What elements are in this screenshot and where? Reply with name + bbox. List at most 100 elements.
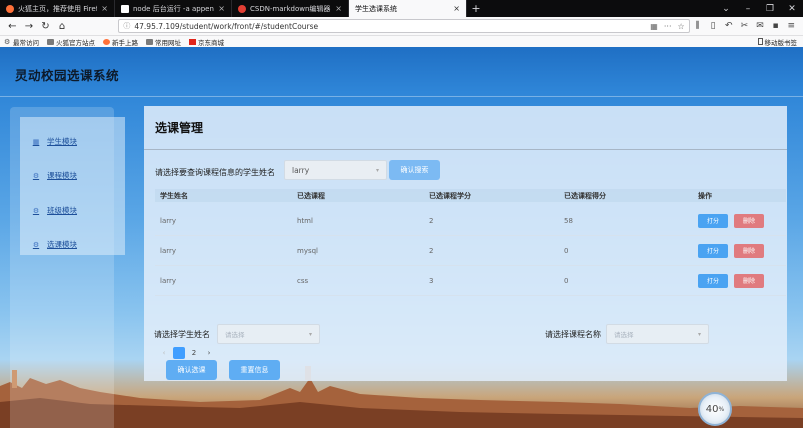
back-button[interactable]: ← bbox=[4, 19, 21, 34]
pagination: ‹ 1 2 › bbox=[158, 347, 218, 359]
bookmark-label: 新手上路 bbox=[112, 38, 138, 47]
column-header: 已选课程学分 bbox=[429, 191, 471, 200]
confirm-search-button[interactable]: 确认搜索 bbox=[389, 160, 440, 180]
widget-unit: % bbox=[718, 405, 725, 413]
sidebar-item-selection[interactable]: ⚙ 选课模块 bbox=[32, 239, 77, 250]
bookmark-jd[interactable]: 京东商城 bbox=[189, 37, 224, 47]
bookmark-star-icon[interactable]: ☆ bbox=[678, 22, 685, 31]
close-icon[interactable]: × bbox=[335, 4, 342, 13]
cell-score: 0 bbox=[564, 246, 569, 255]
table-header: 学生姓名 已选课程 已选课程学分 已选课程得分 操作 bbox=[155, 189, 786, 202]
undo-icon[interactable]: ↶ bbox=[721, 21, 737, 31]
score-button[interactable]: 打分 bbox=[698, 213, 728, 228]
close-icon[interactable]: × bbox=[453, 4, 460, 13]
student-search-select[interactable]: larry ▾ bbox=[284, 160, 387, 180]
course-name-placeholder: 请选择 bbox=[614, 331, 634, 339]
page-viewport: 灵动校园选课系统 ▦ 学生模块 ⚙ 课程模块 ⚙ 班级模块 ⚙ 选课模块 选课管… bbox=[0, 47, 803, 428]
sidebar-item-courses[interactable]: ⚙ 课程模块 bbox=[32, 170, 77, 181]
browser-tab-course-system[interactable]: 学生选课系统 × bbox=[349, 0, 467, 17]
bookmark-firefox-official[interactable]: 火狐官方站点 bbox=[47, 37, 95, 47]
table-row: larry mysql 2 0 打分 删除 bbox=[155, 236, 786, 266]
new-tab-button[interactable]: + bbox=[467, 0, 485, 17]
page-button-1[interactable]: 1 bbox=[173, 347, 185, 359]
course-name-label: 请选择课程名称 bbox=[545, 330, 601, 339]
score-button[interactable]: 打分 bbox=[698, 243, 728, 258]
info-icon[interactable]: ⓘ bbox=[123, 21, 130, 31]
chevron-down-icon: ▾ bbox=[375, 166, 379, 174]
column-header: 学生姓名 bbox=[160, 191, 188, 200]
widget-value: 40 bbox=[705, 403, 719, 415]
phone-icon bbox=[757, 38, 763, 45]
sidebar-item-label: 课程模块 bbox=[47, 171, 77, 180]
forward-button[interactable]: → bbox=[21, 19, 38, 34]
bookmark-label: 常用网址 bbox=[155, 38, 181, 47]
gear-icon: ⚙ bbox=[4, 37, 11, 46]
delete-button[interactable]: 删除 bbox=[734, 213, 764, 228]
student-search-value: larry bbox=[292, 165, 310, 175]
chevron-down-icon[interactable]: ⌄ bbox=[715, 0, 737, 17]
cell-course: mysql bbox=[297, 246, 318, 255]
delete-button[interactable]: 删除 bbox=[734, 243, 764, 258]
screenshot-icon[interactable]: ✂ bbox=[737, 21, 753, 31]
student-name-label: 请选择学生姓名 bbox=[154, 330, 210, 339]
cell-name: larry bbox=[160, 276, 177, 285]
csdn-icon bbox=[238, 4, 246, 13]
close-icon[interactable]: × bbox=[218, 4, 225, 13]
reload-button[interactable]: ↻ bbox=[37, 19, 54, 34]
delete-button[interactable]: 删除 bbox=[734, 273, 764, 288]
cell-credit: 2 bbox=[429, 216, 434, 225]
sidebar-item-students[interactable]: ▦ 学生模块 bbox=[32, 136, 77, 147]
bookmark-mobile[interactable]: 移动版书签 bbox=[757, 37, 797, 47]
reset-button[interactable]: 重置信息 bbox=[229, 360, 280, 380]
tab-label: 火狐主页，推荐使用 Firefox 火 bbox=[18, 4, 97, 13]
sidebar-icon[interactable]: ▯ bbox=[705, 21, 721, 31]
close-icon[interactable]: × bbox=[101, 4, 108, 13]
browser-tab-firefox-home[interactable]: 火狐主页，推荐使用 Firefox 火 × bbox=[0, 0, 115, 17]
table-row: larry html 2 58 打分 删除 bbox=[155, 206, 786, 236]
student-name-placeholder: 请选择 bbox=[225, 331, 245, 339]
minimize-button[interactable]: – bbox=[737, 0, 759, 17]
network-speed-widget[interactable]: 40% bbox=[698, 392, 732, 426]
home-button[interactable]: ⌂ bbox=[54, 19, 71, 34]
menu-icon[interactable]: ≡ bbox=[783, 21, 799, 31]
cell-name: larry bbox=[160, 246, 177, 255]
firefox-icon bbox=[103, 38, 110, 45]
bookmark-most-visited[interactable]: ⚙ 最常访问 bbox=[4, 37, 39, 47]
bookmark-label: 最常访问 bbox=[13, 38, 39, 47]
cell-name: larry bbox=[160, 216, 177, 225]
cell-course: css bbox=[297, 276, 309, 285]
extension-icon[interactable]: ▪ bbox=[768, 21, 784, 31]
page-button-2[interactable]: 2 bbox=[188, 347, 200, 359]
restore-button[interactable]: ❐ bbox=[759, 0, 781, 17]
next-page-button[interactable]: › bbox=[203, 347, 215, 359]
student-name-select[interactable]: 请选择 ▾ bbox=[217, 324, 320, 344]
confirm-selection-button[interactable]: 确认选课 bbox=[166, 360, 217, 380]
sidebar-menu: ▦ 学生模块 ⚙ 课程模块 ⚙ 班级模块 ⚙ 选课模块 bbox=[20, 117, 125, 255]
library-icon[interactable]: ⫼ bbox=[690, 21, 706, 31]
cell-actions: 打分 删除 bbox=[698, 273, 786, 288]
bookmark-getting-started[interactable]: 新手上路 bbox=[103, 37, 138, 47]
jd-icon bbox=[189, 38, 196, 45]
gear-icon: ⚙ bbox=[32, 171, 40, 180]
gear-icon: ⚙ bbox=[32, 240, 40, 249]
course-name-select[interactable]: 请选择 ▾ bbox=[606, 324, 709, 344]
prev-page-button[interactable]: ‹ bbox=[158, 347, 170, 359]
address-bar[interactable]: ⓘ 47.95.7.109/student/work/front/#/stude… bbox=[118, 19, 690, 33]
sidebar-item-classes[interactable]: ⚙ 班级模块 bbox=[32, 205, 77, 216]
divider bbox=[144, 149, 787, 150]
folder-icon bbox=[47, 38, 54, 45]
close-window-button[interactable]: ✕ bbox=[781, 0, 803, 17]
navigation-toolbar: ← → ↻ ⌂ ⓘ 47.95.7.109/student/work/front… bbox=[0, 17, 803, 36]
browser-tab-csdn[interactable]: CSDN-markdown编辑器 × bbox=[232, 0, 349, 17]
column-header: 已选课程 bbox=[297, 191, 325, 200]
chevron-down-icon: ▾ bbox=[308, 330, 312, 338]
more-icon[interactable]: ··· bbox=[664, 22, 672, 31]
browser-tab-node[interactable]: node 后台运行 -a append_日 × bbox=[115, 0, 232, 17]
score-button[interactable]: 打分 bbox=[698, 273, 728, 288]
grid-icon: ▦ bbox=[32, 137, 40, 146]
qr-code-icon[interactable]: ▦ bbox=[650, 22, 658, 31]
chat-icon[interactable]: ✉ bbox=[752, 21, 768, 31]
sidebar-item-label: 学生模块 bbox=[47, 137, 77, 146]
bookmark-common-sites[interactable]: 常用网址 bbox=[146, 37, 181, 47]
tab-label: node 后台运行 -a append_日 bbox=[133, 4, 214, 13]
